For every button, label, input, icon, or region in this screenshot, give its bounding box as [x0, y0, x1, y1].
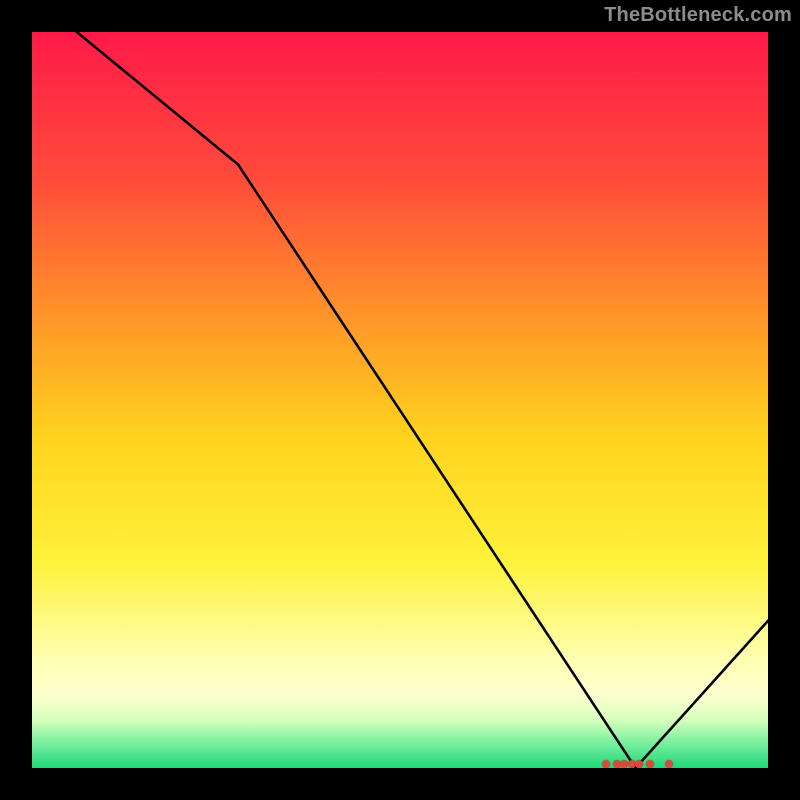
data-marker	[635, 760, 643, 768]
data-marker	[665, 760, 673, 768]
plot-area	[32, 32, 768, 768]
data-marker	[646, 760, 654, 768]
data-marker	[602, 760, 610, 768]
chart-frame: TheBottleneck.com	[0, 0, 800, 800]
chart-line-layer	[32, 32, 768, 768]
bottleneck-curve-line	[32, 32, 768, 768]
attribution-text: TheBottleneck.com	[604, 4, 792, 27]
